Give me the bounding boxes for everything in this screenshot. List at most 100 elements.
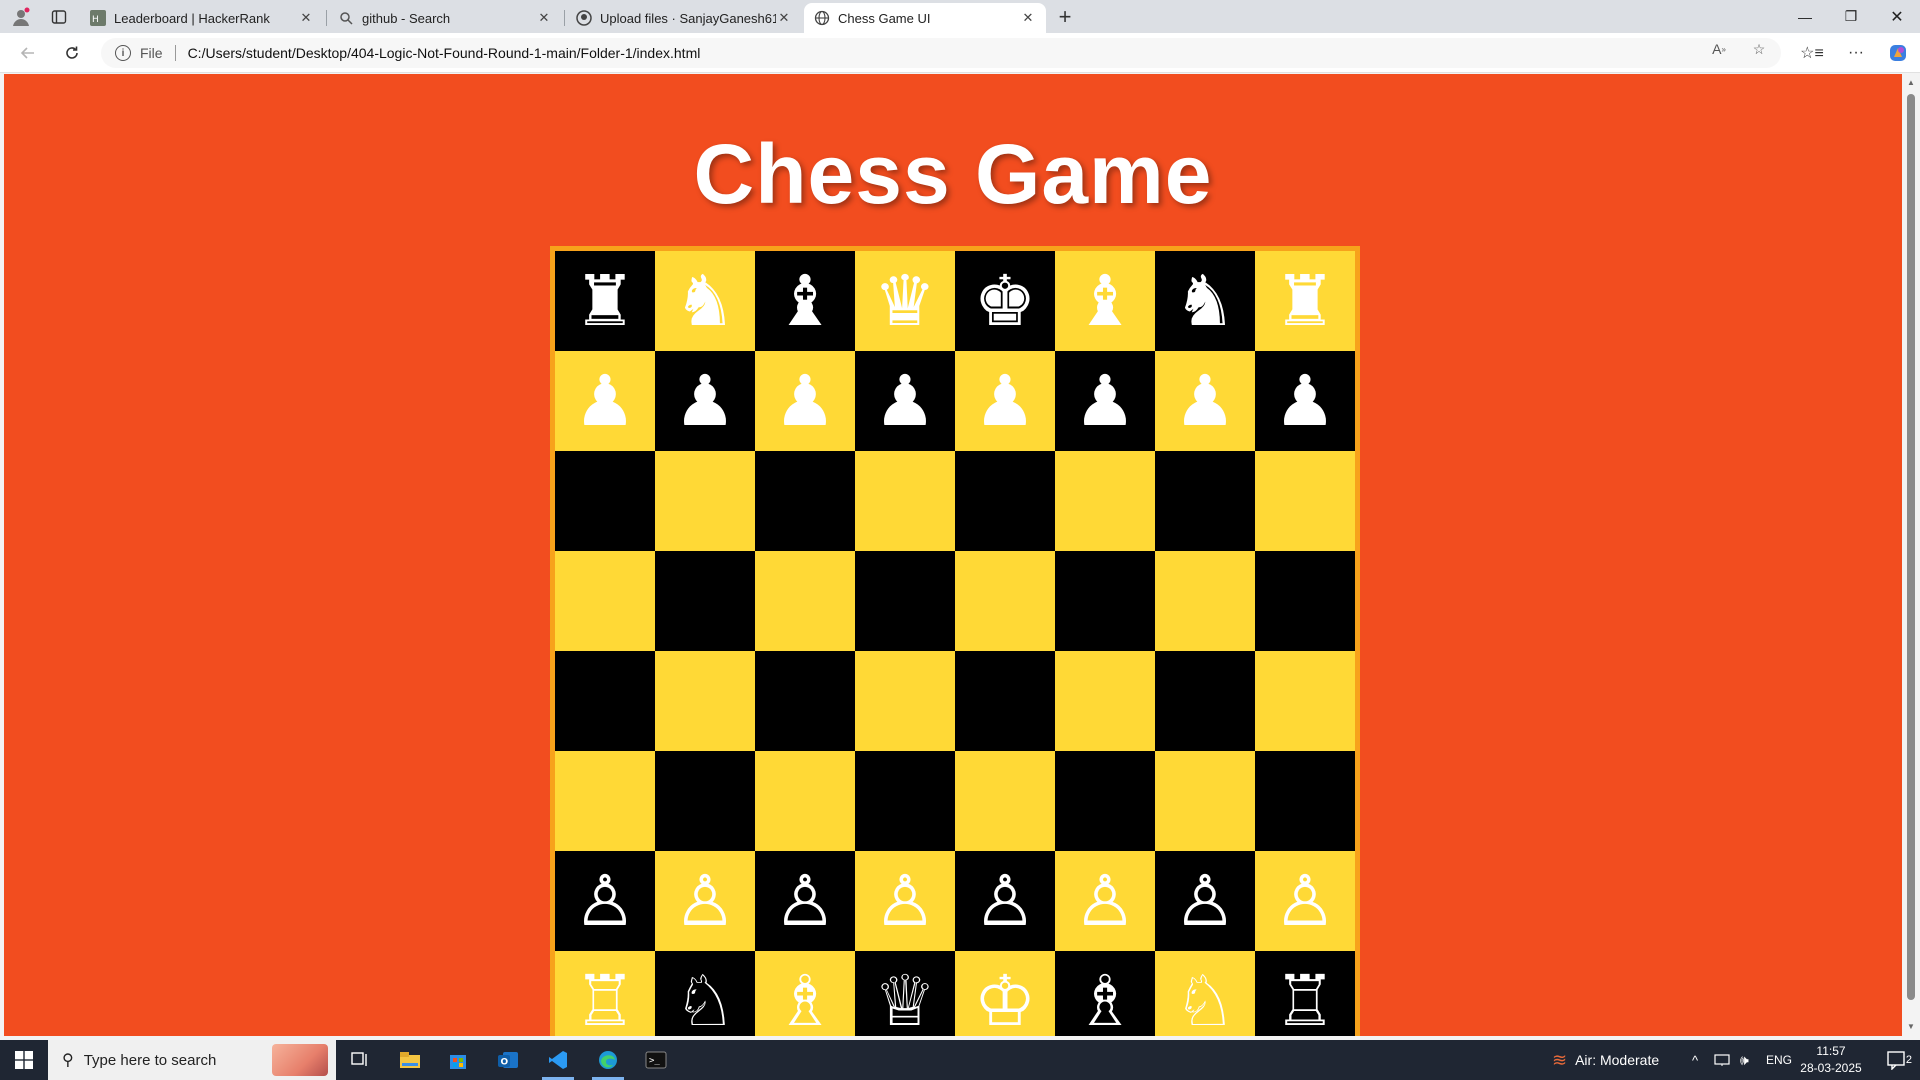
read-aloud-icon[interactable]: A» bbox=[1710, 40, 1728, 58]
board-square[interactable]: ♟ bbox=[1255, 351, 1355, 451]
terminal-icon[interactable]: >_ bbox=[632, 1040, 680, 1080]
board-square[interactable]: ♟ bbox=[555, 351, 655, 451]
board-square[interactable] bbox=[1255, 651, 1355, 751]
board-square[interactable]: ♚ bbox=[955, 251, 1055, 351]
refresh-icon[interactable] bbox=[58, 39, 86, 67]
board-square[interactable]: ♗ bbox=[755, 951, 855, 1036]
board-square[interactable]: ♙ bbox=[555, 851, 655, 951]
knight-piece-icon[interactable]: ♞ bbox=[674, 266, 737, 336]
site-info-icon[interactable]: i bbox=[115, 45, 131, 61]
pawn-outline-piece-icon[interactable]: ♙ bbox=[574, 866, 637, 936]
tab-chess-game[interactable]: Chess Game UI ✕ bbox=[804, 3, 1046, 33]
address-bar[interactable]: i File C:/Users/student/Desktop/404-Logi… bbox=[101, 38, 1781, 68]
board-square[interactable]: ♟ bbox=[1055, 351, 1155, 451]
tab-upload-files[interactable]: Upload files · SanjayGanesh614/Te ✕ bbox=[566, 3, 802, 33]
favorite-star-icon[interactable]: ☆ bbox=[1750, 40, 1768, 58]
board-square[interactable] bbox=[555, 751, 655, 851]
board-square[interactable] bbox=[955, 651, 1055, 751]
knight-piece-icon[interactable]: ♞ bbox=[1174, 266, 1237, 336]
pawn-piece-icon[interactable]: ♟ bbox=[674, 366, 737, 436]
tab-leaderboard[interactable]: H Leaderboard | HackerRank ✕ bbox=[80, 3, 324, 33]
board-square[interactable]: ♙ bbox=[855, 851, 955, 951]
pawn-piece-icon[interactable]: ♟ bbox=[1074, 366, 1137, 436]
board-square[interactable]: ♙ bbox=[655, 851, 755, 951]
bishop-piece-icon[interactable]: ♝ bbox=[774, 266, 837, 336]
queen-outline-piece-icon[interactable]: ♕ bbox=[874, 966, 937, 1036]
pawn-piece-icon[interactable]: ♟ bbox=[1274, 366, 1337, 436]
board-square[interactable] bbox=[855, 551, 955, 651]
board-square[interactable] bbox=[755, 751, 855, 851]
board-square[interactable] bbox=[655, 551, 755, 651]
knight-outline-piece-icon[interactable]: ♘ bbox=[674, 966, 737, 1036]
board-square[interactable] bbox=[1055, 751, 1155, 851]
board-square[interactable]: ♝ bbox=[1055, 251, 1155, 351]
volume-icon[interactable]: 🕪 bbox=[1740, 1040, 1749, 1080]
board-square[interactable]: ♖ bbox=[1255, 951, 1355, 1036]
board-square[interactable] bbox=[655, 451, 755, 551]
board-square[interactable] bbox=[655, 751, 755, 851]
board-square[interactable] bbox=[955, 451, 1055, 551]
copilot-icon[interactable] bbox=[1884, 39, 1912, 67]
board-square[interactable]: ♕ bbox=[855, 951, 955, 1036]
board-square[interactable]: ♗ bbox=[1055, 951, 1155, 1036]
close-tab-icon[interactable]: ✕ bbox=[1020, 10, 1036, 26]
new-tab-icon[interactable]: + bbox=[1052, 4, 1078, 30]
outlook-icon[interactable]: O bbox=[484, 1040, 532, 1080]
scrollbar-thumb[interactable] bbox=[1907, 94, 1915, 1000]
board-square[interactable] bbox=[755, 651, 855, 751]
scrollbar[interactable]: ▲ ▼ bbox=[1902, 74, 1920, 1036]
weather-widget[interactable]: ≋ Air: Moderate bbox=[1552, 1040, 1659, 1080]
close-window-icon[interactable]: ✕ bbox=[1874, 0, 1920, 33]
taskbar-search[interactable]: ⚲ Type here to search bbox=[48, 1040, 336, 1080]
board-square[interactable]: ♟ bbox=[855, 351, 955, 451]
pawn-outline-piece-icon[interactable]: ♙ bbox=[674, 866, 737, 936]
board-square[interactable] bbox=[1255, 751, 1355, 851]
board-square[interactable] bbox=[855, 451, 955, 551]
board-square[interactable]: ♙ bbox=[1155, 851, 1255, 951]
board-square[interactable]: ♙ bbox=[1055, 851, 1155, 951]
tab-actions-icon[interactable] bbox=[46, 4, 72, 30]
bishop-outline-piece-icon[interactable]: ♗ bbox=[774, 966, 837, 1036]
rook-outline-piece-icon[interactable]: ♖ bbox=[1274, 966, 1337, 1036]
board-square[interactable] bbox=[1155, 451, 1255, 551]
pawn-outline-piece-icon[interactable]: ♙ bbox=[1174, 866, 1237, 936]
board-square[interactable] bbox=[855, 651, 955, 751]
board-square[interactable] bbox=[1055, 551, 1155, 651]
microsoft-store-icon[interactable] bbox=[434, 1040, 482, 1080]
pawn-piece-icon[interactable]: ♟ bbox=[774, 366, 837, 436]
board-square[interactable]: ♟ bbox=[955, 351, 1055, 451]
board-square[interactable]: ♜ bbox=[1255, 251, 1355, 351]
scroll-down-icon[interactable]: ▼ bbox=[1906, 1022, 1916, 1032]
url-text[interactable]: C:/Users/student/Desktop/404-Logic-Not-F… bbox=[188, 45, 701, 61]
board-square[interactable]: ♞ bbox=[1155, 251, 1255, 351]
windows-start-icon[interactable] bbox=[0, 1040, 48, 1080]
rook-piece-icon[interactable]: ♜ bbox=[574, 266, 637, 336]
queen-piece-icon[interactable]: ♛ bbox=[874, 266, 937, 336]
back-icon[interactable] bbox=[14, 39, 42, 67]
notification-center-icon[interactable]: 2 bbox=[1874, 1040, 1920, 1080]
board-square[interactable]: ♖ bbox=[555, 951, 655, 1036]
profile-icon[interactable] bbox=[8, 4, 34, 30]
bishop-piece-icon[interactable]: ♝ bbox=[1074, 266, 1137, 336]
tab-github-search[interactable]: github - Search ✕ bbox=[328, 3, 562, 33]
board-square[interactable] bbox=[955, 551, 1055, 651]
restore-icon[interactable]: ❐ bbox=[1828, 0, 1874, 33]
vscode-icon[interactable] bbox=[534, 1040, 582, 1080]
show-hidden-icons[interactable]: ^ bbox=[1692, 1040, 1698, 1080]
bishop-outline-piece-icon[interactable]: ♗ bbox=[1074, 966, 1137, 1036]
board-square[interactable]: ♜ bbox=[555, 251, 655, 351]
king-outline-piece-icon[interactable]: ♔ bbox=[974, 966, 1037, 1036]
file-explorer-icon[interactable] bbox=[386, 1040, 434, 1080]
board-square[interactable] bbox=[755, 551, 855, 651]
board-square[interactable] bbox=[1055, 651, 1155, 751]
board-square[interactable]: ♛ bbox=[855, 251, 955, 351]
pawn-piece-icon[interactable]: ♟ bbox=[1174, 366, 1237, 436]
more-options-icon[interactable]: ··· bbox=[1842, 39, 1870, 67]
board-square[interactable]: ♘ bbox=[655, 951, 755, 1036]
favorites-icon[interactable]: ☆≡ bbox=[1798, 39, 1826, 67]
pawn-outline-piece-icon[interactable]: ♙ bbox=[1074, 866, 1137, 936]
pawn-outline-piece-icon[interactable]: ♙ bbox=[1274, 866, 1337, 936]
board-square[interactable] bbox=[855, 751, 955, 851]
scroll-up-icon[interactable]: ▲ bbox=[1906, 78, 1916, 88]
board-square[interactable] bbox=[555, 451, 655, 551]
